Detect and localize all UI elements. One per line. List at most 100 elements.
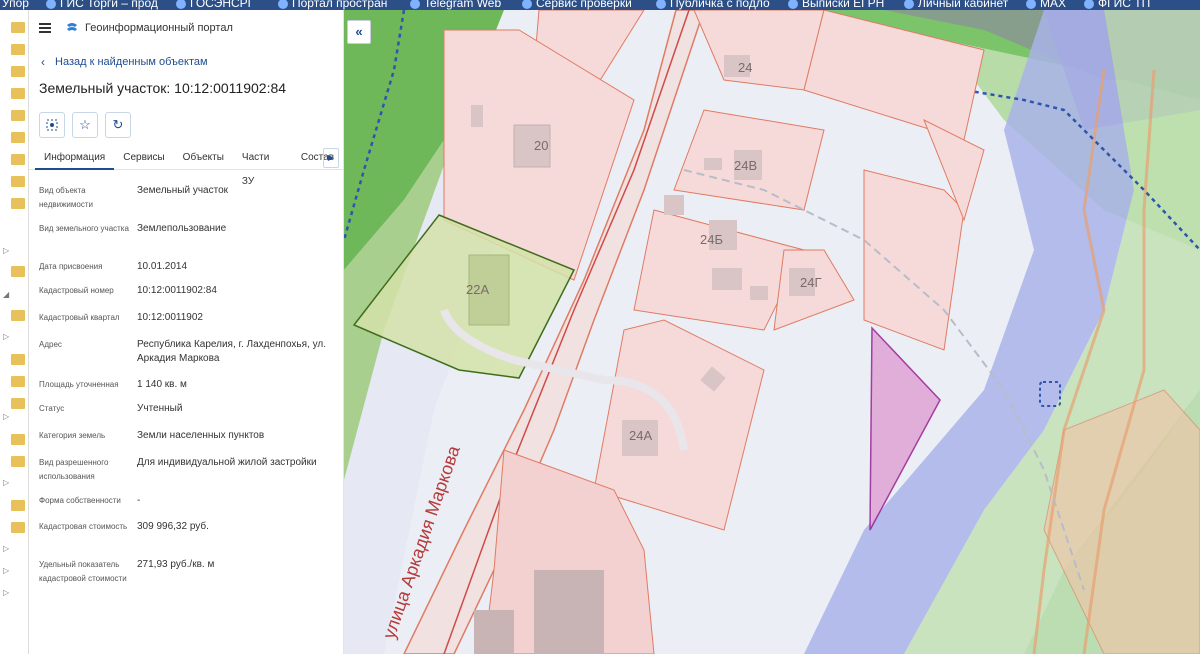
bookmark-label: ФГИС ТП xyxy=(1098,0,1151,10)
history-icon: ↻ xyxy=(112,117,124,132)
tab-services[interactable]: Сервисы xyxy=(114,146,173,170)
attribute-label: Дата присвоения xyxy=(39,262,103,271)
object-info-panel: Геоинформационный портал ‹ Назад к найде… xyxy=(29,10,344,654)
attribute-value: Землепользование xyxy=(137,223,227,234)
back-to-results-link[interactable]: ‹ Назад к найденным объектам xyxy=(29,52,343,72)
bookmark-icon xyxy=(904,0,914,9)
bookmark-label: MAX xyxy=(1040,0,1067,10)
app-title: Геоинформационный портал xyxy=(85,22,233,34)
back-label: Назад к найденным объектам xyxy=(55,56,208,68)
expand-arrow-icon[interactable]: ▷ xyxy=(3,246,9,255)
folder-icon[interactable] xyxy=(11,176,25,187)
tab-parcel-parts[interactable]: Части ЗУ xyxy=(233,146,292,187)
star-icon: ☆ xyxy=(79,117,91,132)
bookmark-item[interactable]: ГОСЭНСРГ xyxy=(176,0,254,10)
folder-icon[interactable] xyxy=(11,398,25,409)
chevron-left-icon: ‹ xyxy=(41,55,45,69)
bookmark-item[interactable]: Публичка с подло xyxy=(656,0,770,10)
bookmark-icon xyxy=(656,0,666,9)
bookmark-label: Сервис проверки xyxy=(536,0,632,10)
bookmark-label: Выписки ЕГРН xyxy=(802,0,885,10)
favorite-button[interactable]: ☆ xyxy=(72,112,98,138)
bookmark-item[interactable]: MAX xyxy=(1026,0,1066,10)
expand-arrow-icon[interactable]: ◢ xyxy=(3,290,9,299)
bookmark-icon xyxy=(278,0,288,9)
folder-icon[interactable] xyxy=(11,110,25,121)
folder-icon[interactable] xyxy=(11,266,25,277)
attribute-value: Земельный участок xyxy=(137,185,229,196)
parcel-label-selected: 22А xyxy=(466,282,489,297)
explorer-tree-strip: ▷ ◢ ▷ ▷ ▷ ▷ ▷ ▷ xyxy=(0,10,29,654)
attribute-label: Вид земельного участка xyxy=(39,224,129,233)
parcel-label: 24 xyxy=(738,60,752,75)
bookmark-label: Telegram Web xyxy=(424,0,502,10)
folder-icon[interactable] xyxy=(11,132,25,143)
double-chevron-left-icon: « xyxy=(355,24,363,39)
tab-objects[interactable]: Объекты xyxy=(174,146,233,170)
folder-icon[interactable] xyxy=(11,500,25,511)
attribute-value: 309 996,32 руб. xyxy=(137,521,209,532)
bookmark-item[interactable]: Упор xyxy=(2,0,29,10)
folder-icon[interactable] xyxy=(11,310,25,321)
expand-arrow-icon[interactable]: ▷ xyxy=(3,478,9,487)
folder-icon[interactable] xyxy=(11,198,25,209)
attribute-label: Площадь уточненная xyxy=(39,380,119,389)
folder-icon[interactable] xyxy=(11,456,25,467)
attribute-value: 1 140 кв. м xyxy=(137,379,187,390)
chevron-right-icon: ▶ xyxy=(327,153,335,162)
zoom-to-object-button[interactable] xyxy=(39,112,65,138)
folder-icon[interactable] xyxy=(11,22,25,33)
tab-information[interactable]: Информация xyxy=(35,146,115,170)
bookmark-icon xyxy=(176,0,186,9)
attribute-label: Кадастровый номер xyxy=(39,286,114,295)
collapse-panel-button[interactable]: « xyxy=(347,20,371,44)
folder-icon[interactable] xyxy=(11,434,25,445)
bookmark-icon xyxy=(788,0,798,9)
parcel-label: 20 xyxy=(534,138,548,153)
attribute-label: Статус xyxy=(39,404,65,413)
bookmark-label: ГИС Торги – прод xyxy=(60,0,158,10)
attribute-label: Кадастровая стоимость xyxy=(39,522,128,531)
panel-tabs: Информация Сервисы Объекты Части ЗУ Сост… xyxy=(29,146,343,187)
bookmark-label: Публичка с подло xyxy=(670,0,770,10)
bookmark-item[interactable]: Портал простран xyxy=(278,0,387,10)
folder-icon[interactable] xyxy=(11,522,25,533)
expand-arrow-icon[interactable]: ▷ xyxy=(3,412,9,421)
folder-icon[interactable] xyxy=(11,354,25,365)
attribute-label: Вид объекта недвижимости xyxy=(39,186,93,209)
folder-icon[interactable] xyxy=(11,44,25,55)
bookmark-icon xyxy=(522,0,532,9)
attribute-value: 10.01.2014 xyxy=(137,261,188,272)
attribute-label: Категория земель xyxy=(39,431,106,440)
bookmark-item[interactable]: Выписки ЕГРН xyxy=(788,0,884,10)
bookmark-item[interactable]: ФГИС ТП xyxy=(1084,0,1150,10)
expand-arrow-icon[interactable]: ▷ xyxy=(3,544,9,553)
folder-icon[interactable] xyxy=(11,88,25,99)
tabs-scroll-right-button[interactable]: ▶ xyxy=(323,148,339,168)
bookmark-item[interactable]: ГИС Торги – прод xyxy=(46,0,158,10)
attribute-value: Для индивидуальной жилой застройки xyxy=(137,457,317,468)
attribute-value: Земли населенных пунктов xyxy=(137,430,265,441)
expand-arrow-icon[interactable]: ▷ xyxy=(3,588,9,597)
attribute-value: 10:12:0011902 xyxy=(137,312,203,323)
parcel-label: 24В xyxy=(734,158,757,173)
history-button[interactable]: ↻ xyxy=(105,112,131,138)
bookmark-item[interactable]: Telegram Web xyxy=(410,0,501,10)
folder-icon[interactable] xyxy=(11,66,25,77)
bookmark-icon xyxy=(1084,0,1094,9)
folder-icon[interactable] xyxy=(11,154,25,165)
attribute-value: 271,93 руб./кв. м xyxy=(137,559,215,570)
bookmark-item[interactable]: Сервис проверки xyxy=(522,0,632,10)
menu-icon[interactable] xyxy=(39,23,51,33)
map-view[interactable]: 24 20 24В 24Б 24Г 22А 24А улица Аркадия … xyxy=(344,10,1200,654)
panel-header: Геоинформационный портал xyxy=(29,10,343,46)
folder-icon[interactable] xyxy=(11,376,25,387)
expand-arrow-icon[interactable]: ▷ xyxy=(3,332,9,341)
bookmark-item[interactable]: Личный кабинет xyxy=(904,0,1008,10)
expand-arrow-icon[interactable]: ▷ xyxy=(3,566,9,575)
map-canvas[interactable]: 24 20 24В 24Б 24Г 22А 24А улица Аркадия … xyxy=(344,10,1200,654)
attribute-label: Кадастровый квартал xyxy=(39,313,120,322)
bookmarks-bar: Упор ГИС Торги – прод ГОСЭНСРГ Портал пр… xyxy=(0,0,1200,10)
object-toolbar: ☆ ↻ xyxy=(29,112,343,138)
attribute-label: Удельный показатель кадастровой стоимост… xyxy=(39,560,127,583)
